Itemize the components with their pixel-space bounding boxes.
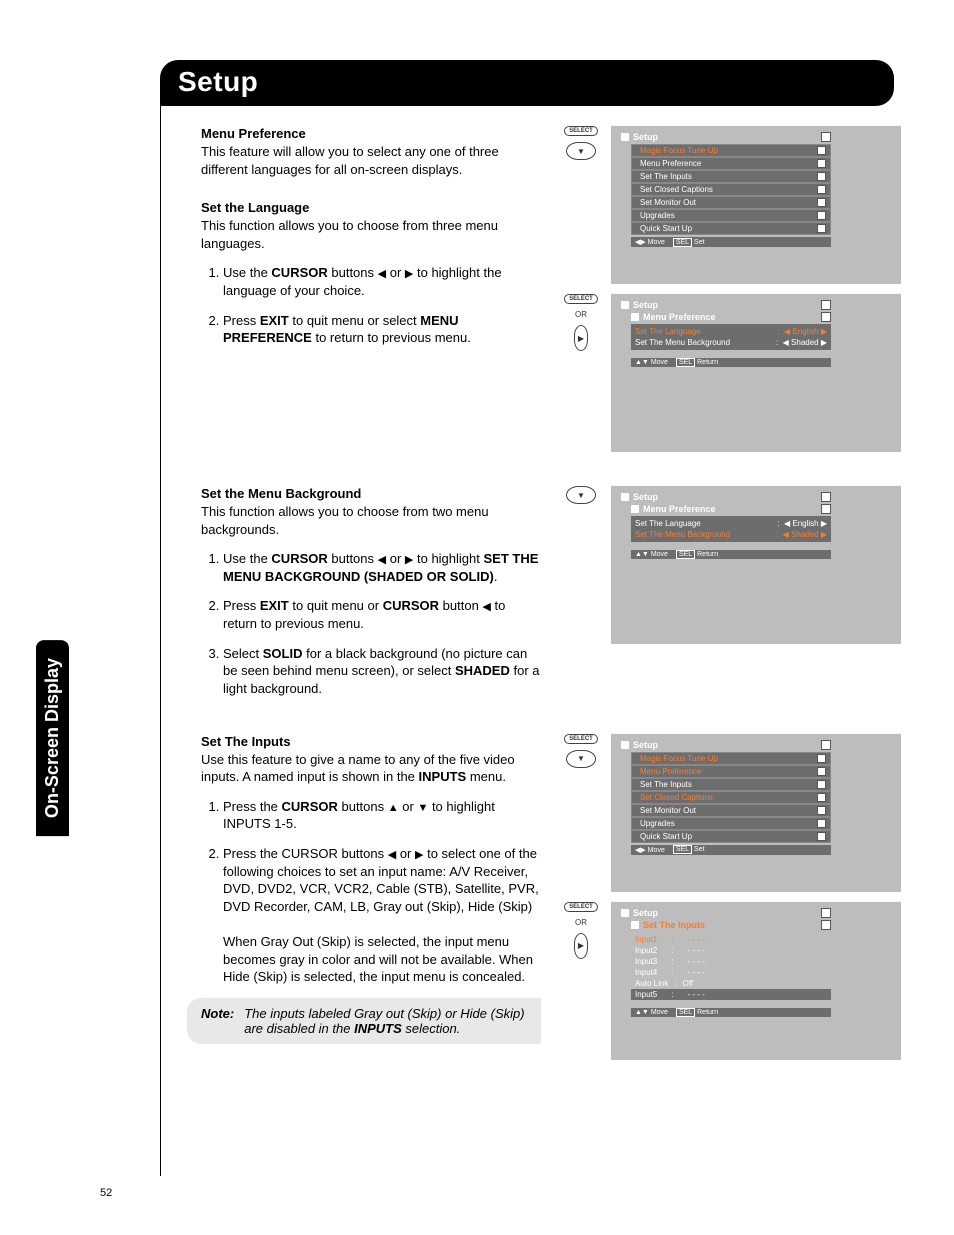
heading-set-inputs: Set The Inputs <box>201 734 541 749</box>
osd-menu-pref-bg: Setup Menu Preference Set The Language :… <box>611 486 901 644</box>
select-button-icon: SELECT <box>564 126 598 136</box>
osd-menu-pref-lang: Setup Menu Preference Set The Language :… <box>611 294 901 452</box>
osd-item-set-inputs: Set The Inputs <box>631 170 831 183</box>
down-button-icon: ▼ <box>566 486 596 504</box>
text-set-language: This function allows you to choose from … <box>201 217 541 252</box>
text-set-background: This function allows you to choose from … <box>201 503 541 538</box>
step-inputs-1: Press the CURSOR buttons ▲ or ▼ to highl… <box>223 798 541 833</box>
step-bg-2: Press EXIT to quit menu or CURSOR button… <box>223 597 541 632</box>
select-button-icon: SELECT <box>564 902 598 912</box>
right-button-icon: ▶ <box>574 325 588 351</box>
section-title: Setup <box>160 60 894 106</box>
osd-setup-main-2: Setup Magic Focus Tune Up Menu Preferenc… <box>611 734 901 892</box>
select-button-icon: SELECT <box>564 294 598 304</box>
note-box: Note: The inputs labeled Gray out (Skip)… <box>187 998 541 1044</box>
osd-set-inputs: Setup Set The Inputs Input1:- - - - Inpu… <box>611 902 901 1060</box>
osd-input-5: Input5:- - - - <box>631 989 831 1000</box>
osd-item-quick-start: Quick Start Up <box>631 222 831 235</box>
osd-autolink: Auto Link:Off <box>631 978 831 989</box>
down-button-icon: ▼ <box>566 750 596 768</box>
osd-item-set-cc: Set Closed Captions <box>631 183 831 196</box>
osd-item-magic-focus: Magic Focus Tune Up <box>631 144 831 157</box>
osd-input-3: Input3:- - - - <box>631 956 831 967</box>
select-button-icon: SELECT <box>564 734 598 744</box>
osd-item-upgrades: Upgrades <box>631 209 831 222</box>
step-inputs-2: Press the CURSOR buttons ◀ or ▶ to selec… <box>223 845 541 986</box>
menu-icon <box>621 133 629 141</box>
osd-help-bar: ▲▼ Move SEL Return <box>631 358 831 367</box>
osd-help-bar: ▲▼ Move SEL Return <box>631 550 831 559</box>
osd-row-background: Set The Menu Background : ◀ Shaded ▶ <box>631 529 831 540</box>
heading-set-language: Set the Language <box>201 200 541 215</box>
osd-input-4: Input4:- - - - <box>631 967 831 978</box>
osd-setup-main: Setup Magic Focus Tune Up Menu Preferenc… <box>611 126 901 284</box>
osd-item-monitor-out: Set Monitor Out <box>631 196 831 209</box>
heading-menu-preference: Menu Preference <box>201 126 541 141</box>
right-button-icon: ▶ <box>574 933 588 959</box>
osd-help-bar: ◀▶ Move SEL Set <box>631 237 831 247</box>
step-bg-3: Select SOLID for a black background (no … <box>223 645 541 698</box>
osd-input-1: Input1:- - - - <box>631 934 831 945</box>
text-set-inputs: Use this feature to give a name to any o… <box>201 751 541 786</box>
step-lang-1: Use the CURSOR buttons ◀ or ▶ to highlig… <box>223 264 541 299</box>
menu-icon <box>621 301 629 309</box>
close-icon <box>821 132 831 142</box>
osd-input-2: Input2:- - - - <box>631 945 831 956</box>
step-bg-1: Use the CURSOR buttons ◀ or ▶ to highlig… <box>223 550 541 585</box>
step-lang-2: Press EXIT to quit menu or select MENU P… <box>223 312 541 347</box>
left-triangle-icon: ◀ <box>378 268 386 280</box>
page-number: 52 <box>100 1187 112 1199</box>
or-label: OR <box>575 310 587 319</box>
osd-row-language: Set The Language : ◀ English ▶ <box>631 518 831 529</box>
osd-row-background: Set The Menu Background : ◀ Shaded ▶ <box>631 337 831 348</box>
heading-set-background: Set the Menu Background <box>201 486 541 501</box>
side-tab: On-Screen Display <box>36 640 69 836</box>
close-icon <box>821 300 831 310</box>
text-menu-preference: This feature will allow you to select an… <box>201 143 541 178</box>
down-button-icon: ▼ <box>566 142 596 160</box>
osd-item-menu-preference: Menu Preference <box>631 157 831 170</box>
osd-row-language: Set The Language : ◀ English ▶ <box>631 326 831 337</box>
or-label: OR <box>575 918 587 927</box>
